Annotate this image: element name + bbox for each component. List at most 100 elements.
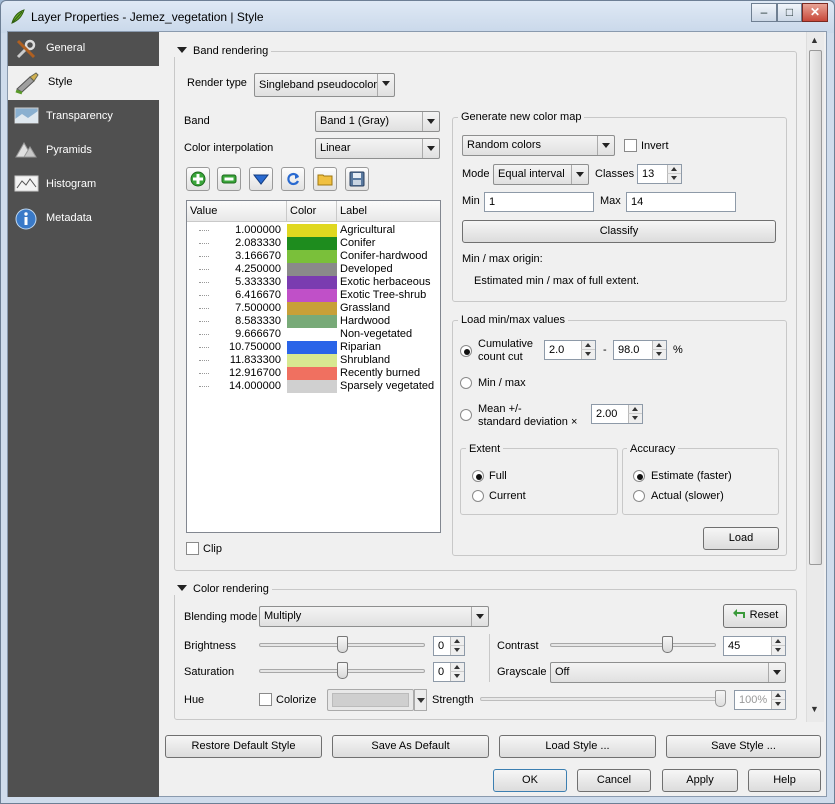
- sidebar-item-style[interactable]: Style: [8, 66, 159, 100]
- classes-spinbox[interactable]: 13: [637, 164, 682, 184]
- table-row[interactable]: 11.833300 Shrubland: [187, 354, 440, 367]
- band-rendering-header[interactable]: Band rendering: [174, 45, 272, 57]
- save-as-default-button[interactable]: Save As Default: [332, 735, 489, 758]
- load-color-map-button[interactable]: [313, 167, 337, 191]
- brightness-slider[interactable]: [259, 635, 425, 655]
- row-label[interactable]: Exotic Tree-shrub: [340, 289, 426, 302]
- row-label[interactable]: Non-vegetated: [340, 328, 412, 341]
- contrast-slider[interactable]: [550, 635, 716, 655]
- contrast-spinbox[interactable]: 45: [723, 636, 786, 656]
- load-button[interactable]: Load: [703, 527, 779, 550]
- export-color-map-button[interactable]: [345, 167, 369, 191]
- sidebar-item-histogram[interactable]: Histogram: [8, 168, 159, 202]
- row-label[interactable]: Developed: [340, 263, 393, 276]
- row-color-swatch[interactable]: [287, 380, 337, 393]
- table-row[interactable]: 12.916700 Recently burned: [187, 367, 440, 380]
- stddev-radio[interactable]: [460, 409, 472, 421]
- row-label[interactable]: Hardwood: [340, 315, 390, 328]
- column-header-value[interactable]: Value: [187, 201, 287, 222]
- row-label[interactable]: Riparian: [340, 341, 381, 354]
- mode-select[interactable]: Equal interval: [493, 164, 589, 185]
- color-rendering-header[interactable]: Color rendering: [174, 583, 272, 595]
- reload-button[interactable]: [281, 167, 305, 191]
- apply-button[interactable]: Apply: [662, 769, 738, 792]
- table-row[interactable]: 14.000000 Sparsely vegetated: [187, 380, 440, 393]
- table-row[interactable]: 8.583330 Hardwood: [187, 315, 440, 328]
- add-entry-button[interactable]: [186, 167, 210, 191]
- row-color-swatch[interactable]: [287, 354, 337, 367]
- row-label[interactable]: Recently burned: [340, 367, 420, 380]
- cancel-button[interactable]: Cancel: [577, 769, 651, 792]
- load-style-button[interactable]: Load Style ...: [499, 735, 656, 758]
- row-color-swatch[interactable]: [287, 328, 337, 341]
- table-row[interactable]: 3.166670 Conifer-hardwood: [187, 250, 440, 263]
- row-label[interactable]: Agricultural: [340, 224, 395, 237]
- cut-low-spinbox[interactable]: 2.0: [544, 340, 596, 360]
- table-row[interactable]: 6.416670 Exotic Tree-shrub: [187, 289, 440, 302]
- sidebar-item-pyramids[interactable]: Pyramids: [8, 134, 159, 168]
- row-color-swatch[interactable]: [287, 237, 337, 250]
- cumulative-cut-radio[interactable]: [460, 345, 472, 357]
- extent-full-radio[interactable]: [472, 470, 484, 482]
- colorize-color-button[interactable]: [327, 689, 414, 711]
- reset-button[interactable]: Reset: [723, 604, 787, 628]
- colorize-checkbox[interactable]: [259, 693, 272, 706]
- strength-slider[interactable]: [480, 689, 726, 709]
- table-row[interactable]: 1.000000 Agricultural: [187, 224, 440, 237]
- cut-high-spinbox[interactable]: 98.0: [613, 340, 667, 360]
- sidebar-item-metadata[interactable]: Metadata: [8, 202, 159, 236]
- colorize-color-dropdown[interactable]: [414, 689, 427, 711]
- panel-scrollbar[interactable]: ▲ ▼: [806, 32, 824, 722]
- table-row[interactable]: 4.250000 Developed: [187, 263, 440, 276]
- row-label[interactable]: Shrubland: [340, 354, 390, 367]
- save-style-button[interactable]: Save Style ...: [666, 735, 821, 758]
- stddev-spinbox[interactable]: 2.00: [591, 404, 643, 424]
- band-select[interactable]: Band 1 (Gray): [315, 111, 440, 132]
- row-color-swatch[interactable]: [287, 224, 337, 237]
- row-label[interactable]: Grassland: [340, 302, 390, 315]
- max-input[interactable]: 14: [626, 192, 736, 212]
- strength-slider-handle[interactable]: [715, 690, 726, 707]
- grayscale-select[interactable]: Off: [550, 662, 786, 683]
- row-label[interactable]: Conifer-hardwood: [340, 250, 427, 263]
- ok-button[interactable]: OK: [493, 769, 567, 792]
- classify-button[interactable]: Classify: [462, 220, 776, 243]
- invert-checkbox[interactable]: [624, 139, 637, 152]
- saturation-spinbox[interactable]: 0: [433, 662, 465, 682]
- sidebar-item-transparency[interactable]: Transparency: [8, 100, 159, 134]
- row-color-swatch[interactable]: [287, 276, 337, 289]
- extent-current-radio[interactable]: [472, 490, 484, 502]
- column-header-color[interactable]: Color: [287, 201, 337, 222]
- contrast-slider-handle[interactable]: [662, 636, 673, 653]
- accuracy-estimate-radio[interactable]: [633, 470, 645, 482]
- restore-default-style-button[interactable]: Restore Default Style: [165, 735, 322, 758]
- table-row[interactable]: 9.666670 Non-vegetated: [187, 328, 440, 341]
- accuracy-actual-radio[interactable]: [633, 490, 645, 502]
- row-label[interactable]: Exotic herbaceous: [340, 276, 431, 289]
- row-color-swatch[interactable]: [287, 263, 337, 276]
- table-row[interactable]: 10.750000 Riparian: [187, 341, 440, 354]
- sidebar-item-general[interactable]: General: [8, 32, 159, 66]
- color-map-table[interactable]: Value Color Label 1.000000 Agricultural 2.…: [186, 200, 441, 533]
- row-color-swatch[interactable]: [287, 289, 337, 302]
- scrollbar-thumb[interactable]: [809, 50, 822, 565]
- render-type-select[interactable]: Singleband pseudocolor: [254, 73, 395, 97]
- close-button[interactable]: ✕: [802, 3, 828, 22]
- maximize-button[interactable]: □: [777, 3, 802, 22]
- brightness-spinbox[interactable]: 0: [433, 636, 465, 656]
- strength-spinbox[interactable]: 100%: [734, 690, 786, 710]
- table-row[interactable]: 7.500000 Grassland: [187, 302, 440, 315]
- minmax-radio[interactable]: [460, 377, 472, 389]
- remove-entry-button[interactable]: [217, 167, 241, 191]
- color-ramp-select[interactable]: Random colors: [462, 135, 615, 156]
- row-color-swatch[interactable]: [287, 315, 337, 328]
- row-label[interactable]: Conifer: [340, 237, 375, 250]
- table-row[interactable]: 2.083330 Conifer: [187, 237, 440, 250]
- help-button[interactable]: Help: [748, 769, 821, 792]
- sort-entries-button[interactable]: [249, 167, 273, 191]
- row-color-swatch[interactable]: [287, 367, 337, 380]
- row-color-swatch[interactable]: [287, 341, 337, 354]
- brightness-slider-handle[interactable]: [337, 636, 348, 653]
- row-label[interactable]: Sparsely vegetated: [340, 380, 434, 393]
- column-header-label[interactable]: Label: [337, 201, 440, 222]
